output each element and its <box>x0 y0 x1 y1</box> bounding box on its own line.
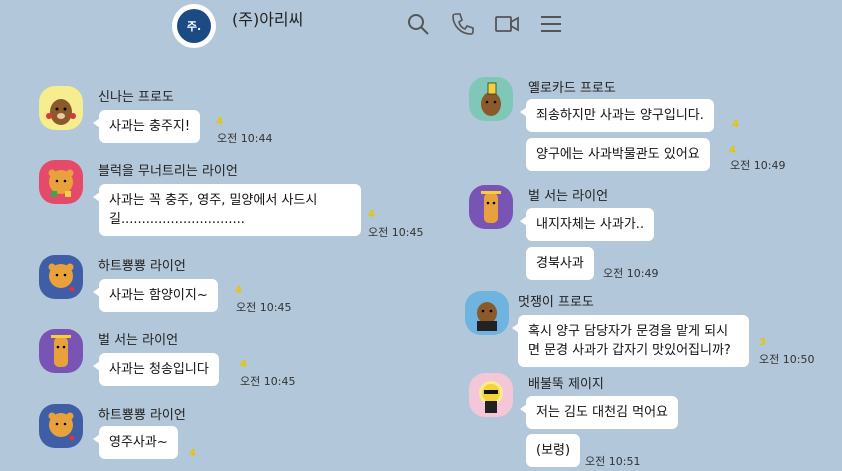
unread-count: 4 <box>732 119 739 130</box>
unread-count: 4 <box>235 285 242 296</box>
message-time: 오전 10:45 <box>240 375 296 388</box>
message-time: 오전 10:45 <box>236 301 292 314</box>
message-time: 오전 10:49 <box>730 159 786 172</box>
chat-header: 주. (주)아리씨 <box>0 0 842 50</box>
message-bubble[interactable]: 사과는 충주지! <box>92 110 201 143</box>
sender-avatar-ryan[interactable] <box>39 329 83 373</box>
sender-name: 벌 서는 라이언 <box>528 189 609 204</box>
sender-name: 옐로카드 프로도 <box>528 81 616 96</box>
unread-count: 4 <box>189 448 196 459</box>
sender-name: 신나는 프로도 <box>98 90 174 105</box>
sender-name: 하트뿅뿅 라이언 <box>98 408 186 423</box>
menu-icon[interactable] <box>538 11 564 37</box>
message-time: 오전 10:49 <box>603 267 659 280</box>
message-bubble[interactable]: 내지자체는 사과가.. <box>519 208 655 241</box>
sender-avatar-ryan[interactable] <box>39 404 83 448</box>
search-icon[interactable] <box>405 11 431 37</box>
sender-name: 멋쟁이 프로도 <box>518 295 594 310</box>
sender-avatar-frodo[interactable] <box>39 86 83 130</box>
sender-name: 벌 서는 라이언 <box>98 333 179 348</box>
sender-avatar-frodo[interactable] <box>465 291 509 335</box>
message-group: 하트뿅뿅 라이언 사과는 함양이지~ 4 오전 10:45 <box>39 255 439 317</box>
message-time: 오전 10:45 <box>368 226 424 239</box>
message-bubble[interactable]: 죄송하지만 사과는 양구입니다. <box>520 99 714 132</box>
sender-avatar-ryan[interactable] <box>469 185 513 229</box>
message-bubble[interactable]: 사과는 청송입니다 <box>93 353 219 386</box>
message-bubble[interactable]: 양구에는 사과박물관도 있어요 <box>526 138 710 171</box>
message-bubble[interactable]: 혹시 양구 담당자가 문경을 맡게 되시면 문경 사과가 갑자기 맛있어집니까? <box>512 315 749 367</box>
room-title: (주)아리씨 <box>232 10 304 29</box>
message-group: 하트뿅뿅 라이언 영주사과~ 4 <box>39 404 439 466</box>
message-group: 벌 서는 라이언 내지자체는 사과가.. 경북사과 오전 10:49 <box>469 185 839 281</box>
sender-name: 하트뿅뿅 라이언 <box>98 259 186 274</box>
sender-name: 배불뚝 제이지 <box>528 377 604 392</box>
room-avatar[interactable]: 주. <box>172 4 216 48</box>
message-group: 벌 서는 라이언 사과는 청송입니다 4 오전 10:45 <box>39 329 439 391</box>
sender-avatar-jayg[interactable] <box>469 373 513 417</box>
message-bubble[interactable]: 경북사과 <box>526 247 594 280</box>
sender-avatar-ryan[interactable] <box>39 160 83 204</box>
message-time: 오전 10:51 <box>585 455 641 468</box>
message-bubble[interactable]: 영주사과~ <box>93 426 178 459</box>
sender-avatar-frodo[interactable] <box>469 77 513 121</box>
phone-icon[interactable] <box>450 11 476 37</box>
message-time: 오전 10:44 <box>217 132 273 145</box>
message-time: 오전 10:50 <box>759 353 815 366</box>
message-group: 배불뚝 제이지 저는 김도 대천김 먹어요 (보령) 오전 10:51 <box>469 373 839 471</box>
message-group: 신나는 프로도 사과는 충주지! 4 오전 10:44 <box>39 86 439 148</box>
unread-count: 3 <box>759 337 766 348</box>
unread-count: 4 <box>368 209 375 220</box>
unread-count: 4 <box>240 359 247 370</box>
message-bubble[interactable]: 사과는 꼭 충주, 영주, 밀양에서 사드시길.................… <box>93 184 361 236</box>
unread-count: 4 <box>216 116 223 127</box>
message-bubble[interactable]: (보령) <box>526 434 581 467</box>
room-avatar-logo: 주. <box>177 9 211 43</box>
message-group: 블럭을 무너트리는 라이언 사과는 꼭 충주, 영주, 밀양에서 사드시길...… <box>39 160 439 240</box>
message-bubble[interactable]: 저는 김도 대천김 먹어요 <box>520 396 678 429</box>
message-group: 옐로카드 프로도 죄송하지만 사과는 양구입니다. 4 양구에는 사과박물관도 … <box>469 77 839 173</box>
message-group: 멋쟁이 프로도 혹시 양구 담당자가 문경을 맡게 되시면 문경 사과가 갑자기… <box>465 291 840 371</box>
video-icon[interactable] <box>494 11 520 37</box>
sender-avatar-ryan[interactable] <box>39 255 83 299</box>
sender-name: 블럭을 무너트리는 라이언 <box>98 164 238 179</box>
message-bubble[interactable]: 사과는 함양이지~ <box>93 279 218 312</box>
unread-count: 4 <box>729 145 736 156</box>
